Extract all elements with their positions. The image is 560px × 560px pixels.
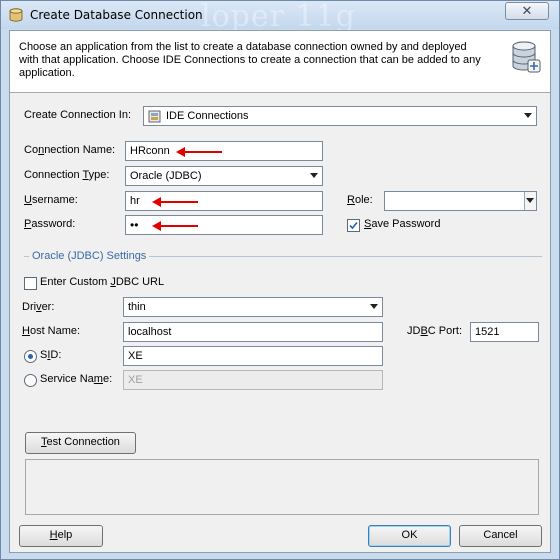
connection-type-value: Oracle (JDBC) — [130, 170, 202, 182]
username-label: Username: — [24, 194, 78, 206]
driver-select[interactable]: thin — [123, 297, 383, 317]
connection-type-select[interactable]: Oracle (JDBC) — [125, 166, 323, 186]
sid-label: SID: — [40, 349, 62, 361]
custom-jdbc-url-label: Enter Custom JDBC URL — [40, 276, 165, 288]
header-description: Choose an application from the list to c… — [19, 41, 481, 79]
jdbc-port-label: JDBC Port: — [407, 325, 463, 337]
sid-input[interactable]: XE — [123, 346, 383, 366]
service-name-radio[interactable] — [24, 374, 37, 387]
connections-icon — [148, 110, 161, 123]
driver-value: thin — [128, 301, 146, 313]
role-select[interactable] — [384, 191, 537, 211]
custom-jdbc-url-checkbox[interactable] — [24, 277, 37, 290]
password-label: Password: — [24, 218, 76, 230]
background-watermark: loper 11g — [201, 0, 356, 34]
driver-label: Driver: — [22, 301, 55, 313]
dialog-body: Choose an application from the list to c… — [9, 30, 551, 553]
connection-name-label: Connection Name: — [24, 144, 116, 156]
host-name-label: Host Name: — [22, 325, 81, 337]
chevron-down-icon — [524, 113, 532, 118]
connection-name-input[interactable]: HRconn — [125, 141, 323, 161]
dialog-window: Create Database Connection loper 11g ✕ C… — [0, 0, 560, 560]
create-in-label: Create Connection In: — [24, 109, 132, 121]
chevron-down-icon — [310, 173, 318, 178]
oracle-settings-title: Oracle (JDBC) Settings — [29, 250, 150, 262]
title-bar[interactable]: Create Database Connection loper 11g ✕ — [1, 0, 559, 34]
annotation-arrow-password — [152, 221, 198, 231]
database-icon — [512, 41, 541, 73]
help-button[interactable]: Help — [19, 525, 103, 547]
ok-button[interactable]: OK — [368, 525, 451, 547]
window-title: Create Database Connection — [30, 8, 203, 22]
connection-type-label: Connection Type: — [24, 169, 110, 181]
service-name-input[interactable]: XE — [123, 370, 383, 390]
host-name-input[interactable]: localhost — [123, 322, 383, 342]
close-icon: ✕ — [521, 3, 533, 18]
role-label: Role: — [347, 194, 373, 206]
create-in-value: IDE Connections — [166, 110, 249, 122]
header-panel: Choose an application from the list to c… — [10, 31, 550, 93]
jdbc-port-input[interactable]: 1521 — [470, 322, 539, 342]
annotation-arrow-connection-name — [176, 147, 222, 157]
save-password-label: Save Password — [364, 218, 441, 230]
create-in-select[interactable]: IDE Connections — [143, 106, 537, 126]
cancel-button[interactable]: Cancel — [459, 525, 542, 547]
chevron-down-icon — [370, 304, 378, 309]
checkmark-icon — [349, 221, 358, 230]
save-password-checkbox[interactable] — [347, 219, 360, 232]
close-button[interactable]: ✕ — [505, 2, 549, 20]
sid-radio[interactable] — [24, 350, 37, 363]
test-connection-button[interactable]: Test Connection — [25, 432, 136, 454]
chevron-down-icon — [526, 198, 534, 203]
service-name-label: Service Name: — [40, 373, 113, 385]
database-app-icon — [9, 8, 23, 22]
annotation-arrow-username — [152, 197, 198, 207]
test-result-area — [25, 459, 539, 515]
